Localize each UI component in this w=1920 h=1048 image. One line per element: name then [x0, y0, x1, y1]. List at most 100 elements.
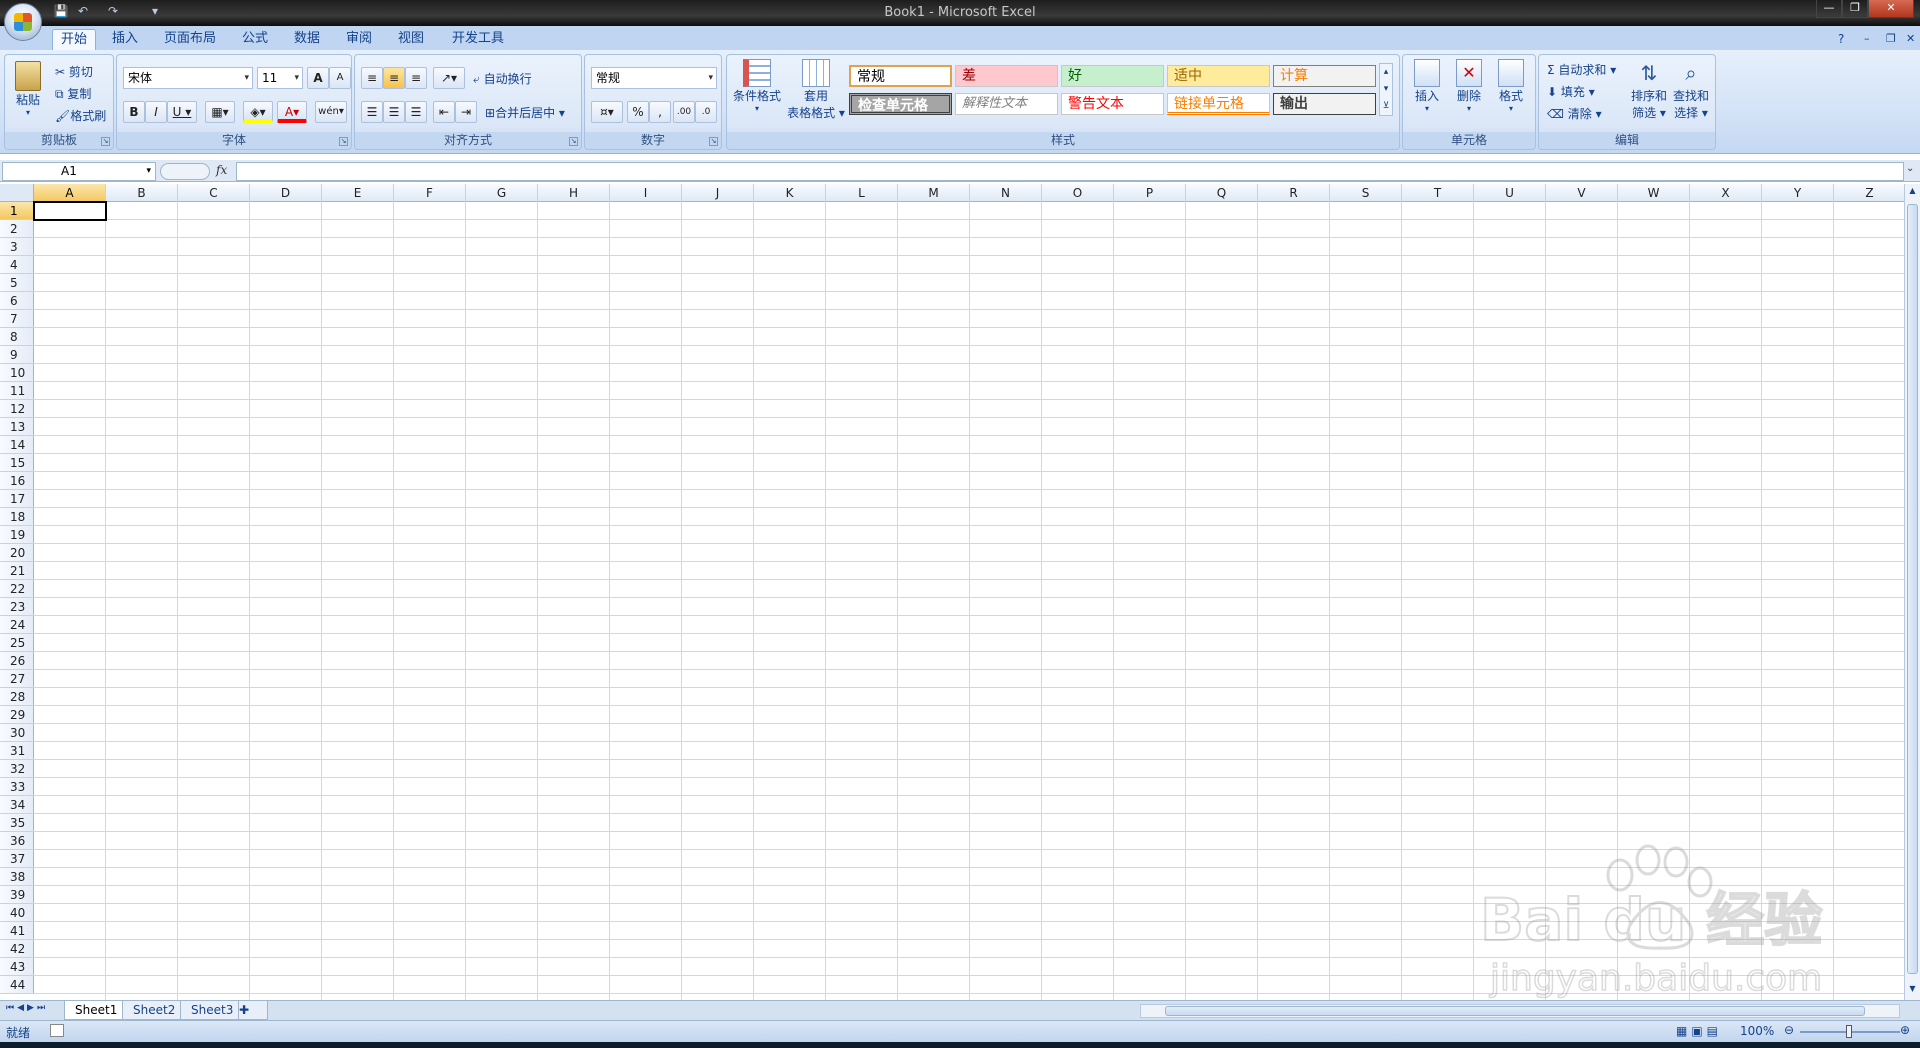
- tab-developer[interactable]: 开发工具: [444, 29, 512, 50]
- column-header-h[interactable]: H: [538, 184, 610, 202]
- insert-cells-button[interactable]: 插入 ▾: [1409, 59, 1445, 113]
- vertical-scroll-thumb[interactable]: [1907, 204, 1918, 974]
- sheet-tab-2[interactable]: Sheet2: [122, 1001, 187, 1020]
- column-header-y[interactable]: Y: [1762, 184, 1834, 202]
- zoom-slider-thumb[interactable]: [1846, 1025, 1852, 1038]
- row-header-19[interactable]: 19: [0, 526, 34, 544]
- increase-decimal-button[interactable]: .00: [673, 101, 695, 123]
- row-header-17[interactable]: 17: [0, 490, 34, 508]
- row-header-1[interactable]: 1: [0, 202, 34, 220]
- align-center-button[interactable]: ☰: [383, 101, 405, 123]
- column-header-k[interactable]: K: [754, 184, 826, 202]
- column-header-n[interactable]: N: [970, 184, 1042, 202]
- style-linked-cell[interactable]: 链接单元格: [1167, 93, 1270, 115]
- column-header-i[interactable]: I: [610, 184, 682, 202]
- sheet-tab-3[interactable]: Sheet3: [180, 1001, 245, 1020]
- align-top-button[interactable]: ≡: [361, 67, 383, 89]
- row-header-27[interactable]: 27: [0, 670, 34, 688]
- column-header-q[interactable]: Q: [1186, 184, 1258, 202]
- row-header-35[interactable]: 35: [0, 814, 34, 832]
- row-header-34[interactable]: 34: [0, 796, 34, 814]
- column-header-f[interactable]: F: [394, 184, 466, 202]
- font-color-button[interactable]: A▾: [277, 101, 307, 123]
- sheet-nav-icons[interactable]: ⏮◀▶⏭: [6, 1003, 48, 1013]
- row-header-3[interactable]: 3: [0, 238, 34, 256]
- row-header-29[interactable]: 29: [0, 706, 34, 724]
- column-header-a[interactable]: A: [34, 184, 106, 202]
- number-format-combo[interactable]: 常规 ▾: [591, 67, 717, 89]
- row-header-28[interactable]: 28: [0, 688, 34, 706]
- tab-insert[interactable]: 插入: [104, 29, 146, 50]
- select-all-corner[interactable]: [0, 184, 34, 202]
- workbook-minimize-icon[interactable]: –: [1856, 29, 1878, 50]
- column-header-z[interactable]: Z: [1834, 184, 1904, 202]
- cells-area[interactable]: [34, 202, 1904, 1000]
- tab-view[interactable]: 视图: [390, 29, 432, 50]
- sort-filter-button[interactable]: ⇅ 排序和 筛选 ▾: [1629, 59, 1669, 121]
- fill-color-button[interactable]: ◈▾: [243, 101, 273, 123]
- row-header-23[interactable]: 23: [0, 598, 34, 616]
- decrease-indent-button[interactable]: ⇤: [433, 101, 455, 123]
- fill-button[interactable]: ⬇ 填充 ▾: [1547, 83, 1595, 100]
- increase-indent-button[interactable]: ⇥: [455, 101, 477, 123]
- row-header-31[interactable]: 31: [0, 742, 34, 760]
- row-header-6[interactable]: 6: [0, 292, 34, 310]
- column-header-v[interactable]: V: [1546, 184, 1618, 202]
- format-painter-button[interactable]: 🖌格式刷: [55, 107, 106, 124]
- active-cell[interactable]: [33, 201, 107, 221]
- alignment-launcher-icon[interactable]: ↘: [569, 137, 578, 146]
- row-header-30[interactable]: 30: [0, 724, 34, 742]
- workbook-close-icon[interactable]: ✕: [1898, 29, 1920, 50]
- paste-button[interactable]: 粘贴 ▾: [11, 61, 45, 117]
- format-as-table-button[interactable]: 套用 表格格式 ▾: [785, 59, 847, 121]
- formula-input[interactable]: [236, 162, 1904, 181]
- minimize-button[interactable]: —: [1816, 0, 1842, 18]
- wrap-text-button[interactable]: ⤶ 自动换行: [473, 70, 532, 87]
- font-size-combo[interactable]: 11 ▾: [257, 67, 303, 89]
- zoom-level[interactable]: 100%: [1740, 1024, 1774, 1038]
- row-header-36[interactable]: 36: [0, 832, 34, 850]
- zoom-out-icon[interactable]: ⊖: [1784, 1023, 1794, 1037]
- comma-button[interactable]: ,: [649, 101, 671, 123]
- qat-customize-icon[interactable]: ▾: [146, 4, 164, 22]
- column-header-e[interactable]: E: [322, 184, 394, 202]
- scroll-up-icon[interactable]: ▲: [1907, 186, 1918, 200]
- align-left-button[interactable]: ☰: [361, 101, 383, 123]
- row-header-24[interactable]: 24: [0, 616, 34, 634]
- column-header-w[interactable]: W: [1618, 184, 1690, 202]
- row-header-32[interactable]: 32: [0, 760, 34, 778]
- column-header-o[interactable]: O: [1042, 184, 1114, 202]
- align-right-button[interactable]: ☰: [405, 101, 427, 123]
- help-icon[interactable]: ?: [1830, 29, 1852, 50]
- style-normal[interactable]: 常规: [849, 65, 952, 87]
- find-select-button[interactable]: ⌕ 查找和 选择 ▾: [1671, 59, 1711, 121]
- style-neutral[interactable]: 适中: [1167, 65, 1270, 87]
- maximize-button[interactable]: ❐: [1842, 0, 1868, 18]
- tab-data[interactable]: 数据: [286, 29, 328, 50]
- column-header-p[interactable]: P: [1114, 184, 1186, 202]
- row-header-21[interactable]: 21: [0, 562, 34, 580]
- column-header-d[interactable]: D: [250, 184, 322, 202]
- column-header-m[interactable]: M: [898, 184, 970, 202]
- row-header-15[interactable]: 15: [0, 454, 34, 472]
- style-good[interactable]: 好: [1061, 65, 1164, 87]
- format-cells-button[interactable]: 格式 ▾: [1493, 59, 1529, 113]
- row-header-13[interactable]: 13: [0, 418, 34, 436]
- accounting-button[interactable]: ¤▾: [591, 101, 623, 123]
- expand-formula-icon[interactable]: ⌄: [1906, 163, 1914, 174]
- row-header-33[interactable]: 33: [0, 778, 34, 796]
- align-bottom-button[interactable]: ≡: [405, 67, 427, 89]
- decrease-decimal-button[interactable]: .0: [695, 101, 717, 123]
- row-header-4[interactable]: 4: [0, 256, 34, 274]
- tab-page-layout[interactable]: 页面布局: [156, 29, 224, 50]
- tab-review[interactable]: 审阅: [338, 29, 380, 50]
- row-header-12[interactable]: 12: [0, 400, 34, 418]
- clipboard-launcher-icon[interactable]: ↘: [101, 137, 110, 146]
- style-bad[interactable]: 差: [955, 65, 1058, 87]
- grow-font-button[interactable]: A: [307, 67, 329, 89]
- column-header-l[interactable]: L: [826, 184, 898, 202]
- row-header-41[interactable]: 41: [0, 922, 34, 940]
- row-header-9[interactable]: 9: [0, 346, 34, 364]
- italic-button[interactable]: I: [145, 101, 167, 123]
- column-header-c[interactable]: C: [178, 184, 250, 202]
